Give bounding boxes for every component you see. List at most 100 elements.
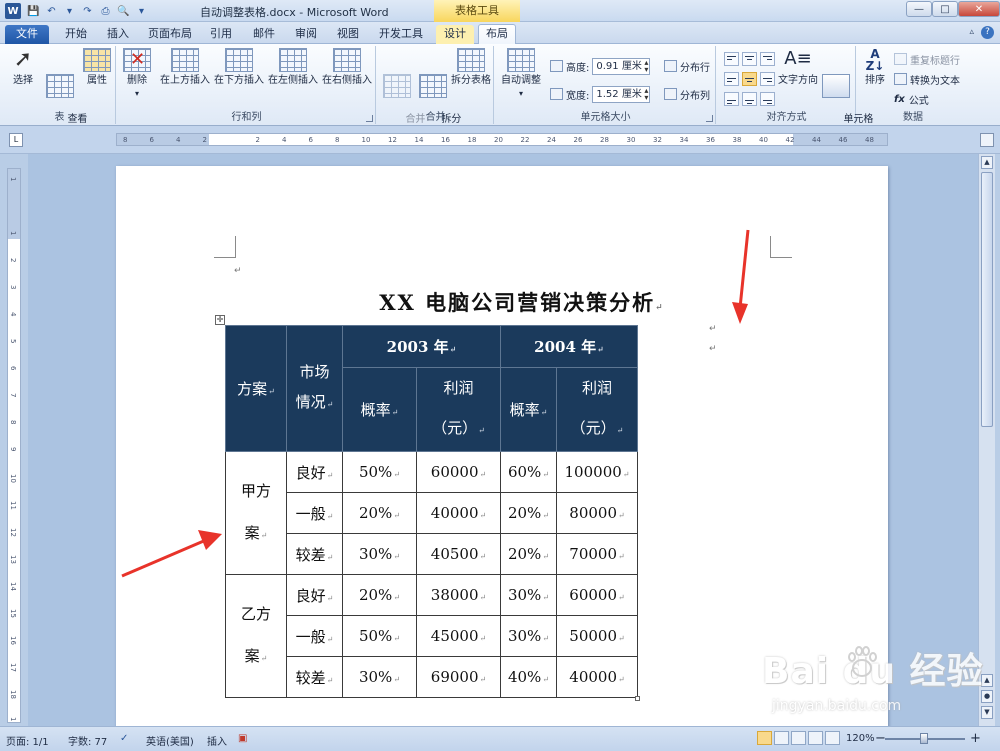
cell-market[interactable]: 一般↵	[286, 615, 343, 657]
tab-references[interactable]: 引用	[203, 25, 239, 44]
tab-design[interactable]: 设计	[436, 25, 474, 44]
header-profit-2004-cell[interactable]: 利润 （元）↵	[556, 367, 638, 452]
horizontal-ruler[interactable]: 8 6 4 2 2 4 6 8 10 12 14 16 18 20 22 24 26 28 30 32 34 36 38 40…	[116, 133, 888, 146]
cell-v1[interactable]: 38000↵	[416, 574, 501, 616]
redo-icon[interactable]: ↷	[80, 4, 95, 19]
minimize-ribbon-icon[interactable]: ▵	[969, 27, 974, 37]
align-top-right-icon[interactable]	[760, 52, 775, 66]
autofit-button[interactable]: 自动调整 ▾	[498, 48, 544, 100]
print-preview-icon[interactable]: 🔍	[116, 4, 131, 19]
cell-v2[interactable]: 70000↵	[556, 533, 638, 575]
properties-button[interactable]: 属性	[82, 48, 112, 87]
repeat-header-rows-button[interactable]: 重复标题行	[894, 50, 960, 68]
table-move-handle-icon[interactable]: ✛	[215, 315, 225, 325]
align-bottom-right-icon[interactable]	[760, 92, 775, 106]
distribute-rows-button[interactable]: 分布行	[664, 57, 710, 75]
align-middle-center-icon[interactable]	[742, 72, 757, 86]
convert-to-text-button[interactable]: 转换为文本	[894, 70, 960, 88]
tab-mailings[interactable]: 邮件	[246, 25, 282, 44]
cell-market[interactable]: 良好↵	[286, 574, 343, 616]
cell-p1[interactable]: 20%↵	[342, 574, 417, 616]
cell-p2[interactable]: 20%↵	[500, 492, 557, 534]
zoom-slider-thumb[interactable]	[920, 733, 928, 744]
customize-qat-icon[interactable]: ▾	[134, 4, 149, 19]
scrollbar-thumb[interactable]	[981, 172, 993, 427]
web-layout-icon[interactable]	[791, 731, 806, 745]
tab-page-layout[interactable]: 页面布局	[143, 25, 197, 44]
align-middle-left-icon[interactable]	[724, 72, 739, 86]
sales-decision-table[interactable]: 方案↵ 市场 情况↵ 2003 年↵ 2004 年↵ 概率↵ 利润 （元）↵ 概…	[225, 325, 638, 698]
align-top-left-icon[interactable]	[724, 52, 739, 66]
text-direction-button[interactable]: A≡ 文字方向	[778, 48, 818, 87]
sort-button[interactable]: A Z↓ 排序	[860, 48, 890, 87]
view-ruler-icon[interactable]	[980, 133, 994, 147]
cell-p1[interactable]: 20%↵	[342, 492, 417, 534]
formula-button[interactable]: fx 公式	[894, 90, 929, 108]
insert-left-button[interactable]: 在左侧插入	[266, 48, 320, 87]
align-bottom-left-icon[interactable]	[724, 92, 739, 106]
tab-home[interactable]: 开始	[58, 25, 94, 44]
cell-p2[interactable]: 20%↵	[500, 533, 557, 575]
header-scheme-cell[interactable]: 方案↵	[225, 325, 287, 452]
split-table-button[interactable]: 拆分表格	[450, 48, 492, 87]
align-middle-right-icon[interactable]	[760, 72, 775, 86]
cell-market[interactable]: 良好↵	[286, 451, 343, 493]
restore-button[interactable]: □	[932, 1, 958, 17]
cell-v1[interactable]: 40500↵	[416, 533, 501, 575]
page-count[interactable]: 页面: 1/1	[6, 733, 49, 748]
cell-v1[interactable]: 69000↵	[416, 656, 501, 698]
zoom-level[interactable]: 120%	[846, 733, 875, 744]
header-year-2004-cell[interactable]: 2004 年↵	[500, 325, 638, 368]
delete-button[interactable]: ✕ 删除 ▾	[122, 48, 152, 100]
header-market-cell[interactable]: 市场 情况↵	[286, 325, 343, 452]
cell-v2[interactable]: 50000↵	[556, 615, 638, 657]
cell-v2[interactable]: 60000↵	[556, 574, 638, 616]
header-profit-2003-cell[interactable]: 利润 （元）↵	[416, 367, 501, 452]
distribute-columns-button[interactable]: 分布列	[664, 85, 710, 103]
cell-market[interactable]: 一般↵	[286, 492, 343, 534]
tab-view[interactable]: 视图	[330, 25, 366, 44]
scheme-cell[interactable]: 乙方 案↵	[225, 574, 287, 698]
width-input[interactable]: 1.52 厘米 ▴ ▾	[592, 85, 651, 103]
width-spinner-icon[interactable]: ▴ ▾	[644, 86, 648, 101]
table-resize-handle-icon[interactable]	[635, 696, 640, 701]
cell-v1[interactable]: 40000↵	[416, 492, 501, 534]
cell-size-dialog-launcher-icon[interactable]	[706, 115, 713, 122]
word-app-icon[interactable]: W	[5, 3, 21, 19]
rows-columns-dialog-launcher-icon[interactable]	[366, 115, 373, 122]
cell-v1[interactable]: 45000↵	[416, 615, 501, 657]
height-spinner-icon[interactable]: ▴ ▾	[644, 58, 648, 73]
save-icon[interactable]: 💾	[26, 4, 41, 19]
insert-right-button[interactable]: 在右侧插入	[320, 48, 374, 87]
word-count[interactable]: 字数: 77	[68, 733, 107, 748]
insert-above-button[interactable]: 在上方插入	[158, 48, 212, 87]
macro-record-icon[interactable]: ▣	[238, 733, 247, 744]
minimize-button[interactable]: —	[906, 1, 932, 17]
scroll-up-icon[interactable]: ▲	[981, 156, 993, 169]
cell-p1[interactable]: 30%↵	[342, 533, 417, 575]
document-heading[interactable]: XX 电脑公司营销决策分析↵	[116, 287, 888, 317]
cell-p2[interactable]: 60%↵	[500, 451, 557, 493]
height-input[interactable]: 0.91 厘米 ▴ ▾	[592, 57, 651, 75]
header-year-2003-cell[interactable]: 2003 年↵	[342, 325, 501, 368]
proofing-icon[interactable]: ✓	[120, 733, 128, 744]
outline-view-icon[interactable]	[808, 731, 823, 745]
header-prob-2003-cell[interactable]: 概率↵	[342, 367, 417, 452]
cell-v2[interactable]: 40000↵	[556, 656, 638, 698]
cell-p1[interactable]: 50%↵	[342, 615, 417, 657]
vertical-scrollbar[interactable]: ▲ ▲ ● ▼	[978, 154, 995, 726]
cell-v2[interactable]: 80000↵	[556, 492, 638, 534]
dropdown-arrow-icon[interactable]: ▾	[62, 4, 77, 19]
cell-v2[interactable]: 100000↵	[556, 451, 638, 493]
cell-p2[interactable]: 30%↵	[500, 615, 557, 657]
cell-p2[interactable]: 30%↵	[500, 574, 557, 616]
insert-below-button[interactable]: 在下方插入	[212, 48, 266, 87]
cell-market[interactable]: 较差↵	[286, 533, 343, 575]
tab-file[interactable]: 文件	[5, 25, 49, 44]
cell-p1[interactable]: 30%↵	[342, 656, 417, 698]
help-icon[interactable]: ?	[981, 26, 994, 39]
undo-icon[interactable]: ↶	[44, 4, 59, 19]
scheme-cell[interactable]: 甲方 案↵	[225, 451, 287, 575]
print-icon[interactable]: ⎙	[98, 4, 113, 19]
print-layout-view-icon[interactable]	[757, 731, 772, 745]
